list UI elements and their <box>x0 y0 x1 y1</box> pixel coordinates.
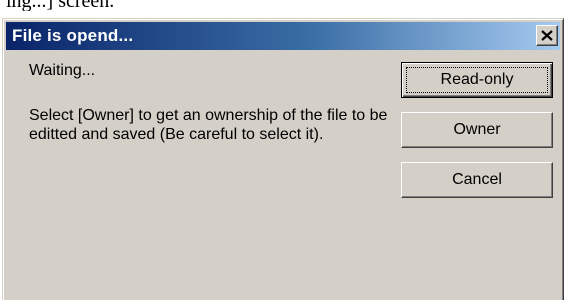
cancel-button-label: Cancel <box>452 171 502 188</box>
waiting-label: Waiting... <box>29 62 96 79</box>
owner-button-label: Owner <box>453 121 501 138</box>
read-only-button[interactable]: Read-only <box>401 62 553 98</box>
close-button[interactable] <box>536 25 558 46</box>
page-text-fragment: ing...] screen. <box>6 0 115 11</box>
ownership-message: Select [Owner] to get an ownership of th… <box>29 107 388 143</box>
dialog-title: File is opend... <box>12 26 134 45</box>
dialog-titlebar[interactable]: File is opend... <box>6 22 560 50</box>
cancel-button[interactable]: Cancel <box>401 162 553 198</box>
owner-button[interactable]: Owner <box>401 112 553 148</box>
read-only-button-label: Read-only <box>440 71 514 88</box>
dialog-content: Waiting... Select [Owner] to get an owne… <box>3 50 563 300</box>
close-icon <box>541 30 553 41</box>
file-opened-dialog: File is opend... Waiting... Select [Owne… <box>2 18 564 300</box>
